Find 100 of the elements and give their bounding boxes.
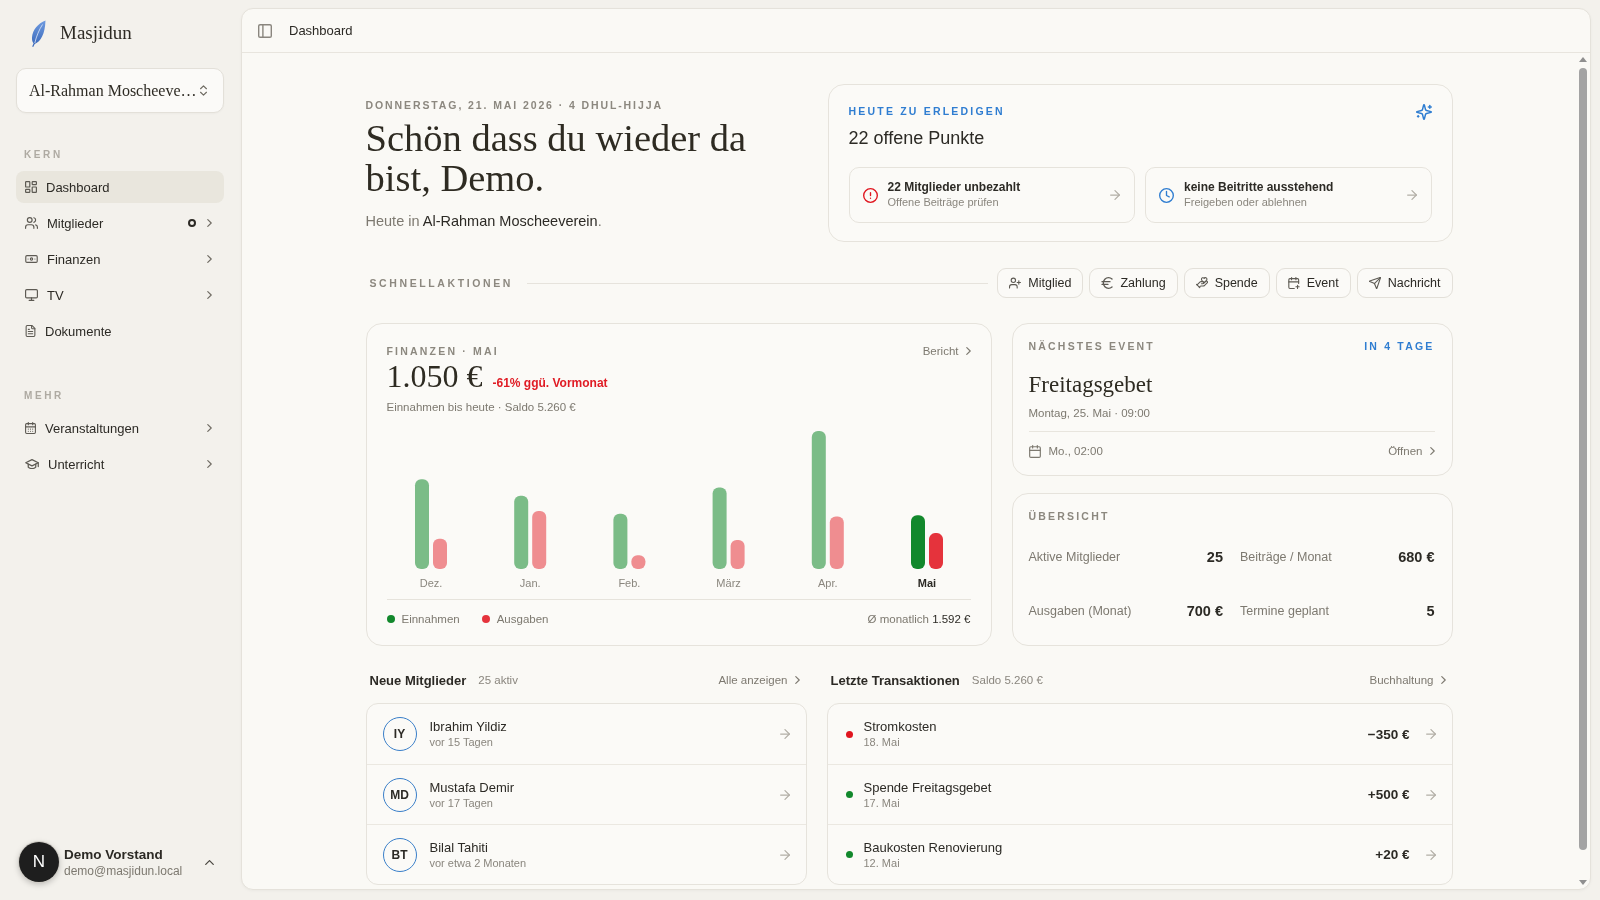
chart-bar	[829, 516, 844, 569]
nav-item[interactable]: Mitglieder	[16, 207, 224, 239]
transaction-date: 12. Mai	[863, 855, 901, 871]
card-label: FINANZEN · MAI	[386, 345, 499, 357]
quick-action-button[interactable]: Zahlung	[1089, 268, 1178, 298]
legend-label: Einnahmen	[401, 613, 460, 625]
stat-value: 680 €	[1398, 549, 1435, 565]
report-link[interactable]: Bericht	[922, 345, 971, 357]
change-text: -61% ggü. Vormonat	[492, 376, 608, 390]
quick-action-button[interactable]: Mitglied	[997, 268, 1084, 298]
hero-subtitle: Heute in Al-Rahman Moscheeverein.	[365, 212, 603, 231]
brand-name: Masjidun	[60, 22, 132, 44]
todo-item-title: 22 Mitglieder unbezahlt	[887, 180, 1021, 195]
arrow-right-icon	[1425, 789, 1436, 800]
arrow-right-icon	[1425, 849, 1436, 860]
nav-item[interactable]: Dokumente	[16, 315, 224, 347]
todo-item[interactable]: 22 Mitglieder unbezahlt Offene Beiträge prüfen	[848, 167, 1135, 223]
user-plus-icon	[1009, 277, 1022, 289]
event-title: Freitagsgebet	[1028, 371, 1154, 399]
quick-action-button[interactable]: Event	[1275, 268, 1351, 298]
member-row[interactable]: MD Mustafa Demir vor 17 Tagen	[366, 764, 806, 824]
transaction-amount: +500 €	[1367, 787, 1410, 802]
todo-label: HEUTE ZU ERLEDIGEN	[848, 105, 1005, 117]
chart-bar	[928, 533, 943, 569]
transaction-date: 18. Mai	[863, 735, 901, 750]
quick-action-button[interactable]: Nachricht	[1356, 268, 1453, 298]
transaction-row[interactable]: Spende Freitagsgebet 17. Mai +500 €	[827, 764, 1452, 824]
quick-action-button[interactable]: Spende	[1183, 268, 1270, 298]
balance-text: Saldo 5.260 €	[971, 674, 1043, 686]
member-row[interactable]: IY Ibrahim Yildiz vor 15 Tagen	[366, 704, 806, 764]
legend-label: Ausgaben	[496, 613, 549, 625]
send-icon	[1368, 277, 1381, 289]
todo-item[interactable]: keine Beitritte ausstehend Freigeben oder ablehnen	[1145, 167, 1432, 223]
chevron-up-icon[interactable]	[205, 859, 214, 865]
axis-label: Dez.	[419, 577, 442, 589]
chevron-right-icon	[1429, 447, 1435, 455]
monitor-icon	[25, 289, 38, 301]
member-joined: vor 15 Tagen	[429, 735, 494, 750]
quick-actions-label: SCHNELLAKTIONEN	[368, 277, 513, 289]
sparkles-icon[interactable]	[1415, 104, 1432, 120]
scrollbar-thumb[interactable]	[1579, 68, 1587, 850]
event-time: Mo., 02:00	[1048, 445, 1103, 457]
nav-item[interactable]: TV	[16, 279, 224, 311]
arrow-right-icon	[779, 849, 790, 860]
nav-item[interactable]: Veranstaltungen	[16, 412, 224, 444]
member-joined: vor 17 Tagen	[429, 795, 494, 811]
transaction-row[interactable]: Baukosten Renovierung 12. Mai +20 €	[827, 824, 1452, 884]
scroll-up-icon[interactable]	[1579, 57, 1587, 62]
nav-item[interactable]: Finanzen	[16, 243, 224, 275]
chart-bar	[612, 513, 627, 569]
accounting-link[interactable]: Buchhaltung	[1369, 674, 1446, 686]
nav-item[interactable]: Dashboard	[16, 171, 224, 203]
axis-label: Feb.	[617, 577, 640, 589]
greeting-heading: Schön dass du wieder da bist, Demo.	[365, 118, 748, 198]
transaction-row[interactable]: Stromkosten 18. Mai −350 €	[827, 704, 1452, 764]
dashboard-icon	[25, 181, 37, 193]
chart-bar	[531, 511, 546, 569]
nav-item[interactable]: Unterricht	[16, 448, 224, 480]
transaction-date: 17. Mai	[863, 795, 901, 811]
event-datetime: Montag, 25. Mai · 09:00	[1028, 405, 1435, 432]
chevron-right-icon	[1440, 676, 1446, 684]
member-joined: vor etwa 2 Monaten	[429, 855, 527, 871]
graduation-cap-icon	[25, 459, 39, 469]
stat-label: Ausgaben (Monat)	[1028, 604, 1132, 618]
calendar-icon	[25, 422, 36, 434]
view-all-link[interactable]: Alle anzeigen	[718, 674, 800, 686]
member-count: 25 aktiv	[478, 674, 518, 686]
panel-left-icon[interactable]	[258, 23, 272, 38]
organization-selector[interactable]: Al-Rahman Moscheeve…	[16, 68, 224, 113]
user-email: demo@masjidun.local	[64, 862, 183, 879]
stat-label: Beiträge / Monat	[1240, 550, 1332, 564]
arrow-right-icon	[1425, 729, 1436, 739]
member-row[interactable]: BT Bilal Tahiti vor etwa 2 Monaten	[366, 824, 806, 884]
scroll-down-icon[interactable]	[1579, 880, 1587, 885]
chart-bar	[432, 538, 447, 569]
user-avatar[interactable]: N	[19, 842, 59, 882]
calendar-icon	[1028, 444, 1041, 458]
card-label: NÄCHSTES EVENT	[1028, 340, 1155, 352]
chevron-right-icon	[794, 676, 800, 684]
member-name: Bilal Tahiti	[429, 838, 489, 856]
stat-value: 25	[1206, 549, 1223, 565]
document-icon	[25, 325, 36, 337]
transaction-amount: +20 €	[1375, 847, 1410, 862]
amount-value: 1.050 €	[386, 359, 483, 393]
transaction-title: Stromkosten	[863, 718, 937, 735]
stat-label: Aktive Mitglieder	[1028, 550, 1121, 564]
open-link[interactable]: Öffnen	[1388, 445, 1435, 457]
monthly-average: Ø monatlich 1.592 €	[867, 613, 971, 625]
chevrons-up-down-icon	[200, 85, 207, 96]
member-name: Mustafa Demir	[429, 778, 515, 796]
stat-label: Termine geplant	[1240, 604, 1329, 618]
countdown-label: IN 4 TAGE	[1364, 340, 1435, 352]
users-icon	[25, 217, 38, 229]
hand-heart-icon	[1195, 277, 1208, 289]
arrow-right-icon	[779, 789, 790, 800]
todo-title: 22 offene Punkte	[848, 127, 986, 149]
member-name: Ibrahim Yildiz	[429, 718, 507, 735]
transaction-title: Spende Freitagsgebet	[863, 778, 992, 796]
chevron-right-icon	[965, 347, 971, 355]
date-line: DONNERSTAG, 21. MAI 2026 · 4 DHUL-HIJJA	[365, 98, 664, 112]
